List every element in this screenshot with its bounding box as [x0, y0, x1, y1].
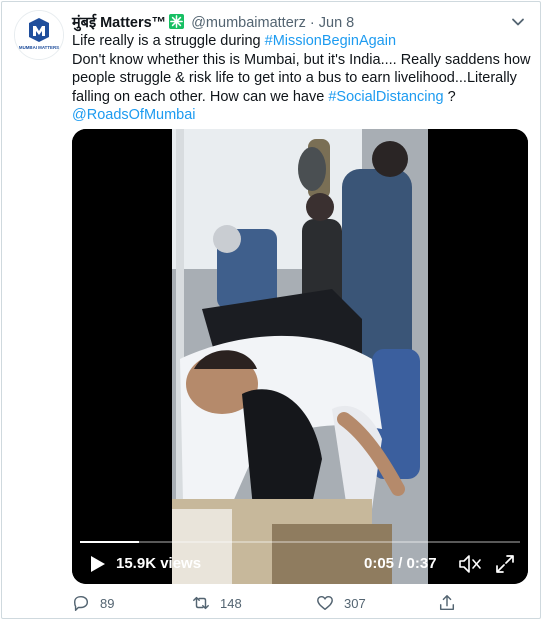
tweet-text-intro: Life really is a struggle during — [72, 33, 265, 49]
hashtag-social-distancing[interactable]: #SocialDistancing — [328, 89, 443, 105]
separator-dot: · — [309, 15, 315, 31]
author-handle[interactable]: @mumbaimatterz — [191, 15, 306, 31]
tweet-line-3: @RoadsOfMumbai — [72, 106, 532, 125]
like-count: 307 — [344, 595, 366, 611]
chevron-down-icon[interactable] — [510, 14, 526, 30]
tweet-card[interactable]: MUMBAI MATTERS मुंबई Matters™ @mumbaimat… — [1, 1, 541, 619]
share-icon — [439, 595, 455, 611]
mention-roads-of-mumbai[interactable]: @RoadsOfMumbai — [72, 107, 196, 123]
reply-count: 89 — [100, 595, 115, 611]
avatar[interactable]: MUMBAI MATTERS — [14, 10, 64, 60]
reply-icon — [73, 595, 89, 611]
video-player[interactable]: 15.9K views 0:05 / 0:37 — [72, 129, 528, 584]
avatar-logo-text: MUMBAI MATTERS — [19, 45, 59, 50]
retweet-count: 148 — [220, 595, 242, 611]
heart-icon — [317, 595, 333, 611]
reply-button[interactable]: 89 — [72, 592, 114, 614]
fullscreen-icon[interactable] — [494, 553, 516, 575]
hashtag-mission-begin-again[interactable]: #MissionBeginAgain — [265, 33, 396, 49]
tweet-line-2: Don't know whether this is Mumbai, but i… — [72, 51, 532, 107]
tweet-date[interactable]: Jun 8 — [319, 15, 354, 31]
retweet-button[interactable]: 148 — [192, 592, 242, 614]
speaker-muted-icon[interactable] — [458, 553, 482, 575]
video-timestamp: 0:05 / 0:37 — [364, 555, 437, 572]
play-icon[interactable] — [86, 553, 108, 575]
share-button[interactable] — [438, 592, 466, 614]
like-button[interactable]: 307 — [316, 592, 366, 614]
tweet-text: Life really is a struggle during #Missio… — [72, 32, 532, 125]
video-progress-bar[interactable] — [80, 541, 520, 543]
author-name[interactable]: मुंबई Matters™ — [72, 15, 166, 31]
video-frame — [72, 129, 528, 584]
video-progress-fill — [80, 541, 140, 543]
video-view-count: 15.9K views — [116, 555, 202, 572]
retweet-icon — [193, 596, 209, 610]
tweet-text-suffix: ? — [443, 88, 456, 105]
mumbai-matters-logo-icon: MUMBAI MATTERS — [15, 11, 63, 59]
green-sparkle-icon — [169, 14, 185, 29]
tweet-header: मुंबई Matters™ @mumbaimatterz · Jun 8 — [72, 14, 354, 32]
tweet-text-main: Don't know whether this is Mumbai, but i… — [72, 51, 531, 105]
tweet-actions: 89 148 307 — [72, 592, 472, 614]
tweet-line-1: Life really is a struggle during #Missio… — [72, 32, 532, 51]
